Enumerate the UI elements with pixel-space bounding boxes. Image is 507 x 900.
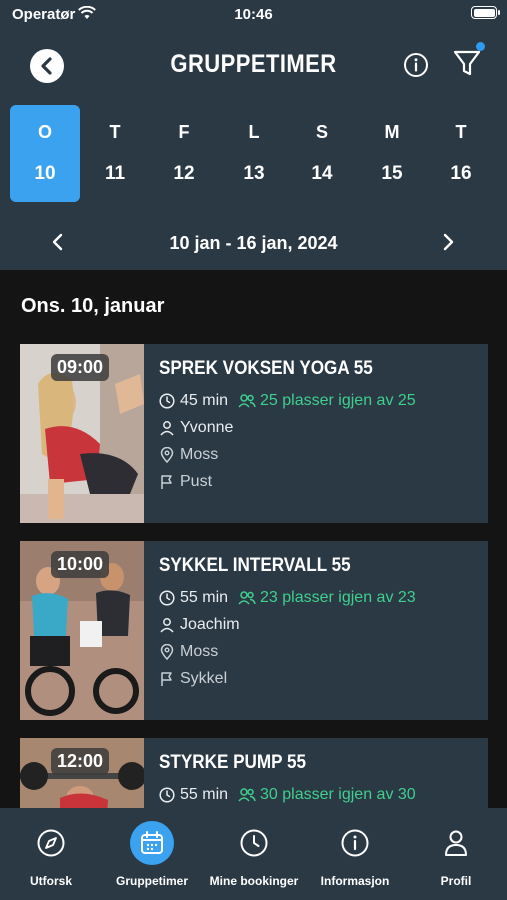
class-title: STYRKE PUMP 55 [159, 752, 306, 773]
location-pin-icon [160, 447, 174, 463]
day-item-14[interactable]: S 14 [287, 105, 357, 202]
tab-profil[interactable]: Profil [428, 808, 484, 900]
class-duration: 55 min [180, 786, 229, 803]
day-item-13[interactable]: L 13 [219, 105, 289, 202]
filter-button[interactable] [452, 46, 484, 80]
duration-row: 45 min 25 plasser igjen av 25 [159, 392, 416, 410]
bottom-tab-bar: Utforsk Gruppetimer Mine bookinger Infor… [0, 808, 507, 900]
info-icon [333, 821, 377, 865]
day-item-12[interactable]: F 12 [149, 105, 219, 202]
info-button[interactable] [403, 52, 429, 78]
people-icon [238, 788, 256, 802]
tab-label: Utforsk [29, 874, 72, 888]
tab-label: Profil [440, 874, 472, 888]
day-item-16[interactable]: T 16 [426, 105, 496, 202]
time-badge: 10:00 [51, 551, 110, 578]
time-badge: 12:00 [51, 748, 110, 775]
day-letter: F [178, 122, 190, 142]
week-navigator: 10 jan - 16 jan, 2024 [0, 225, 507, 261]
week-range-label: 10 jan - 16 jan, 2024 [169, 233, 338, 253]
tab-gruppetimer[interactable]: Gruppetimer [112, 808, 192, 900]
day-item-15[interactable]: M 15 [357, 105, 427, 202]
tab-label: Informasjon [320, 874, 390, 888]
instructor-row: Yvonne [159, 419, 233, 437]
day-item-11[interactable]: T 11 [80, 105, 150, 202]
class-location: Moss [180, 643, 219, 660]
tab-label: Gruppetimer [115, 874, 188, 888]
class-photo: 10:00 [20, 541, 144, 720]
class-duration: 55 min [180, 589, 229, 606]
person-icon [160, 618, 174, 633]
day-number: 16 [450, 163, 472, 184]
class-instructor: Joachim [180, 616, 240, 633]
day-item-10[interactable]: O 10 [10, 105, 80, 202]
category-row: Sykkel [159, 670, 227, 688]
flag-icon [161, 475, 172, 489]
class-category: Sykkel [180, 670, 228, 687]
people-icon [238, 591, 256, 605]
class-category: Pust [180, 473, 213, 490]
location-row: Moss [159, 643, 218, 661]
availability-info: 30 plasser igjen av 30 [238, 786, 416, 804]
day-picker: O 10 T 11 F 12 L 13 S 14 M 15 T 16 [10, 105, 497, 202]
duration-row: 55 min 30 plasser igjen av 30 [159, 786, 416, 804]
compass-icon [29, 821, 73, 865]
day-letter: S [315, 122, 328, 142]
class-title: SYKKEL INTERVALL 55 [159, 555, 351, 576]
day-letter: L [248, 122, 260, 142]
availability-text: 23 plasser igjen av 23 [260, 589, 416, 606]
tab-informasjon[interactable]: Informasjon [316, 808, 394, 900]
location-pin-icon [160, 644, 174, 660]
class-details: SPREK VOKSEN YOGA 55 45 min 25 plasser i… [159, 344, 482, 523]
clock-icon [159, 393, 175, 409]
availability-info: 25 plasser igjen av 25 [238, 392, 416, 410]
clock-icon [232, 821, 276, 865]
people-icon [238, 394, 256, 408]
class-card[interactable]: 10:00 SYKKEL INTERVALL 55 55 min 23 plas… [20, 541, 488, 720]
class-instructor: Yvonne [180, 419, 234, 436]
tab-label: Mine bookinger [209, 874, 299, 888]
date-heading: Ons. 10, januar [21, 295, 165, 317]
clock-icon [159, 590, 175, 606]
class-photo: 09:00 [20, 344, 144, 523]
day-letter: T [109, 122, 121, 142]
availability-text: 30 plasser igjen av 30 [260, 786, 416, 803]
tab-utforsk[interactable]: Utforsk [21, 808, 81, 900]
tab-mine-bookinger[interactable]: Mine bookinger [208, 808, 300, 900]
flag-icon [161, 672, 172, 686]
status-time: 10:46 [234, 6, 273, 23]
availability-info: 23 plasser igjen av 23 [238, 589, 416, 607]
filter-active-dot [476, 42, 485, 51]
day-number: 10 [34, 163, 56, 184]
header-area: Operatør 10:46 GRUPPETIMER O 10 T 11 F 1… [0, 0, 507, 270]
battery-icon [471, 6, 500, 19]
class-duration: 45 min [180, 392, 229, 409]
next-week-button[interactable] [440, 233, 456, 251]
day-letter: T [455, 122, 467, 142]
day-number: 15 [381, 163, 403, 184]
day-number: 14 [311, 163, 333, 184]
calendar-icon [130, 821, 174, 865]
duration-row: 55 min 23 plasser igjen av 23 [159, 589, 416, 607]
category-row: Pust [159, 473, 212, 491]
nav-bar: GRUPPETIMER [0, 40, 507, 92]
class-details: SYKKEL INTERVALL 55 55 min 23 plasser ig… [159, 541, 482, 720]
location-row: Moss [159, 446, 218, 464]
person-icon [160, 421, 174, 436]
availability-text: 25 plasser igjen av 25 [260, 392, 416, 409]
day-letter: O [37, 122, 52, 142]
day-letter: M [384, 122, 400, 142]
instructor-row: Joachim [159, 616, 240, 634]
app-screen: Operatør 10:46 GRUPPETIMER O 10 T 11 F 1… [0, 0, 507, 900]
person-icon [434, 821, 478, 865]
time-badge: 09:00 [51, 354, 110, 381]
day-number: 12 [173, 163, 195, 184]
clock-icon [159, 787, 175, 803]
class-title: SPREK VOKSEN YOGA 55 [159, 358, 373, 379]
class-location: Moss [180, 446, 219, 463]
class-card[interactable]: 09:00 SPREK VOKSEN YOGA 55 45 min 25 pla… [20, 344, 488, 523]
day-number: 11 [104, 163, 126, 184]
day-number: 13 [243, 163, 265, 184]
status-bar: Operatør 10:46 [0, 0, 507, 30]
